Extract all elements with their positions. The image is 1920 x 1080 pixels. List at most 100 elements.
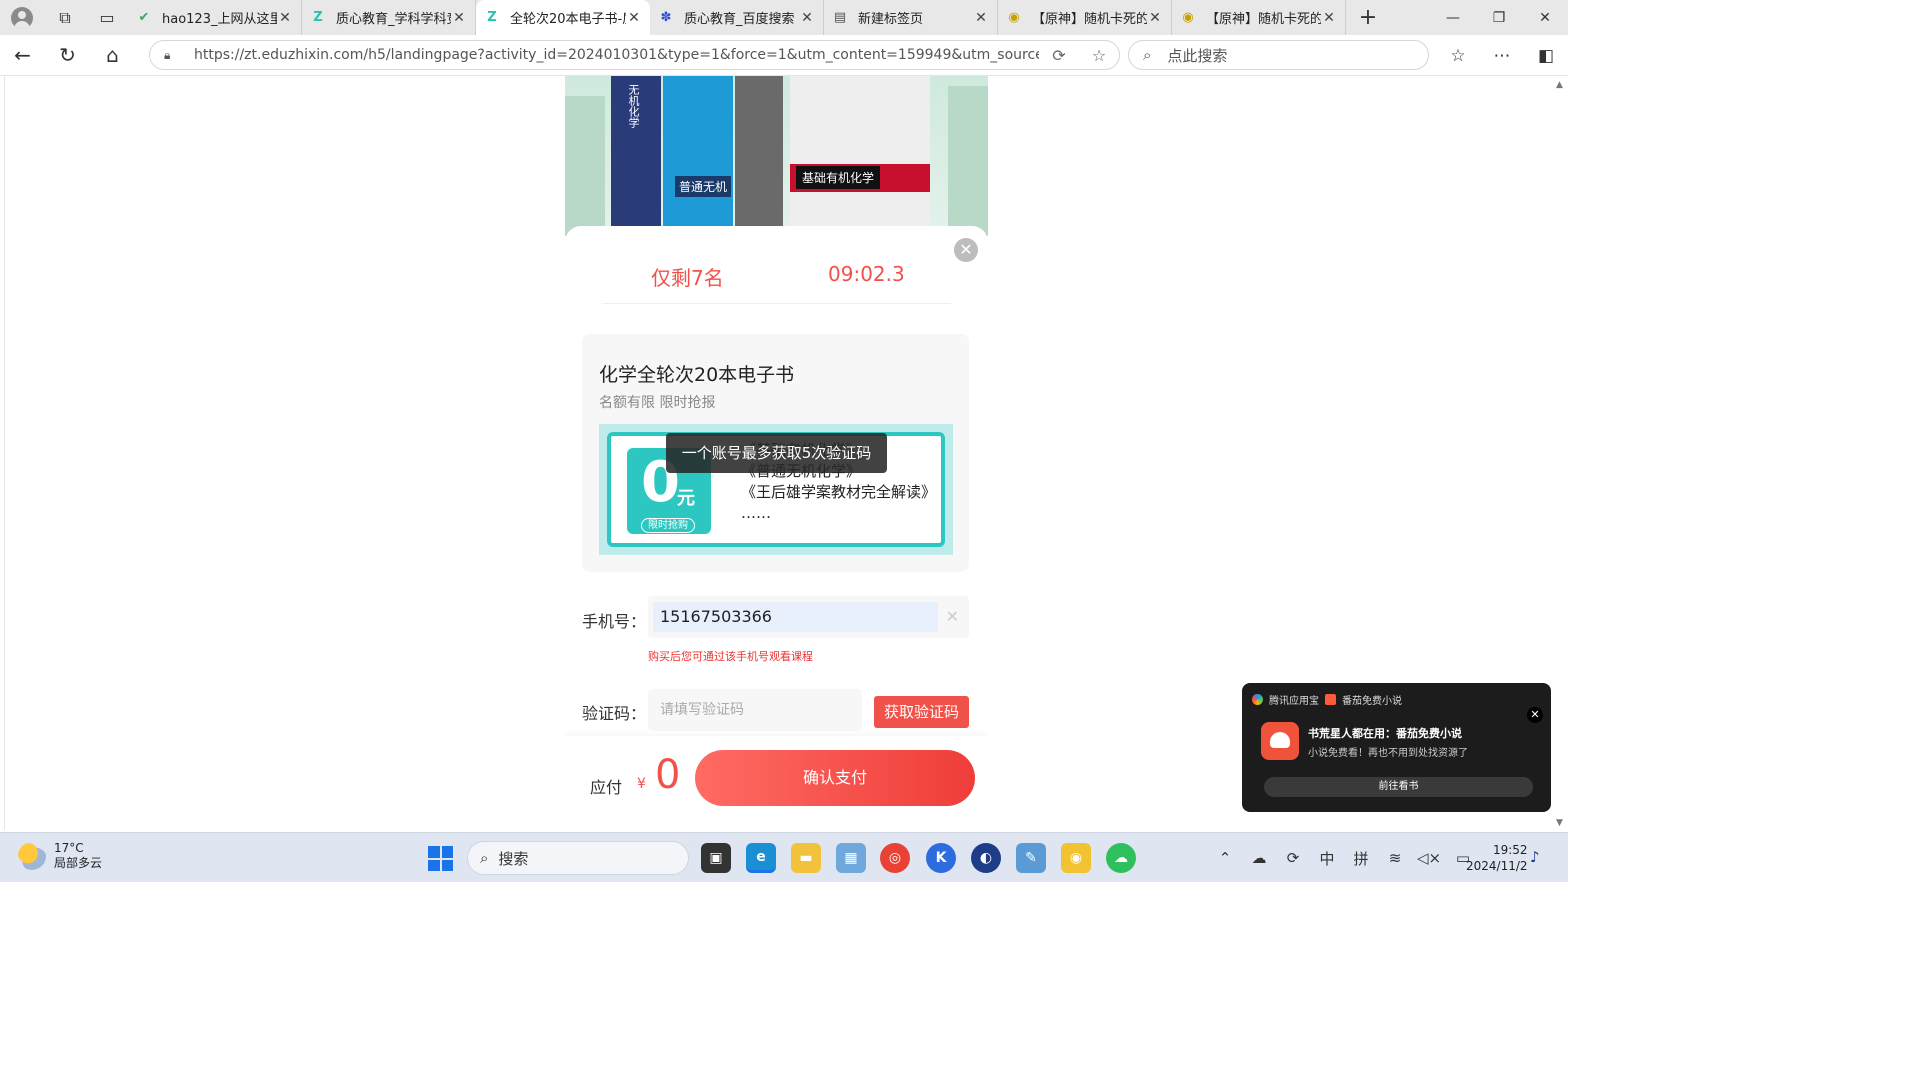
- more-icon: ⋯: [1493, 45, 1511, 66]
- restore-icon: ❐: [1492, 9, 1506, 26]
- scroll-down-icon[interactable]: ▼: [1556, 818, 1563, 828]
- start-button[interactable]: [428, 846, 453, 871]
- bili-app-icon[interactable]: ◉: [1061, 843, 1091, 873]
- notification-body: 小说免费看！再也不用到处找资源了: [1308, 748, 1468, 759]
- tab-actions-button[interactable]: ▭: [86, 0, 128, 35]
- tab-baidu[interactable]: ✽ 质心教育_百度搜索 ✕: [650, 0, 824, 35]
- tab-ebook-active[interactable]: Z 全轮次20本电子书-质心 ✕: [476, 0, 650, 35]
- scroll-up-icon[interactable]: ▲: [1556, 80, 1563, 90]
- pay-label: 应付: [590, 778, 623, 797]
- collections-button[interactable]: ⧉: [44, 0, 86, 35]
- tab-title: 全轮次20本电子书-质心: [510, 12, 626, 27]
- home-button[interactable]: ⌂: [90, 35, 135, 76]
- tab-hao123[interactable]: ✔ hao123_上网从这里开始 ✕: [128, 0, 302, 35]
- ime-mode[interactable]: 拼: [1344, 848, 1378, 869]
- notification-close-button[interactable]: ✕: [1527, 707, 1543, 723]
- refresh-button[interactable]: ↻: [45, 35, 90, 76]
- phone-hint: 购买后您可通过该手机号观看课程: [648, 650, 813, 663]
- tab-newtab[interactable]: ▤ 新建标签页 ✕: [824, 0, 998, 35]
- collections-icon: ⧉: [59, 7, 71, 27]
- countdown-timer: 09:02.3: [828, 262, 905, 286]
- get-code-button[interactable]: 获取验证码: [874, 696, 969, 728]
- tab-actions-icon: ▭: [99, 8, 115, 27]
- bili-icon: ◉: [1182, 10, 1194, 25]
- page-scrollbar[interactable]: ▲ ▼: [1552, 76, 1568, 830]
- partly-cloudy-icon: [18, 842, 46, 870]
- tab-close-icon[interactable]: ✕: [1321, 10, 1337, 26]
- search-icon: ⌕: [1143, 46, 1152, 64]
- address-bar[interactable]: 🔒︎ https://zt.eduzhixin.com/h5/landingpa…: [149, 40, 1120, 70]
- tab-close-icon[interactable]: ✕: [1147, 10, 1163, 26]
- notification-action-button[interactable]: 前往看书: [1264, 777, 1533, 797]
- search-placeholder: 点此搜索: [1167, 46, 1228, 65]
- weather-widget[interactable]: 17°C 局部多云: [18, 841, 102, 871]
- close-window-button[interactable]: ✕: [1522, 0, 1568, 35]
- tab-title: hao123_上网从这里开始: [162, 12, 277, 27]
- tab-zhixin-home[interactable]: Z 质心教育_学科学科竞赛 ✕: [302, 0, 476, 35]
- notification-app: 番茄免费小说: [1342, 696, 1402, 707]
- tab-bar: ⧉ ▭ ✔ hao123_上网从这里开始 ✕ Z 质心教育_学科学科竞赛 ✕ Z…: [0, 0, 1568, 35]
- divider: [603, 303, 951, 304]
- photos-icon[interactable]: ▦: [836, 843, 866, 873]
- close-popup-button[interactable]: ✕: [954, 238, 978, 262]
- book-cover-general-inorganic: 普通无机: [663, 76, 733, 226]
- address-toolbar: ← ↻ ⌂ 🔒︎ https://zt.eduzhixin.com/h5/lan…: [0, 35, 1568, 76]
- clear-input-icon[interactable]: ✕: [946, 607, 959, 626]
- confirm-pay-button[interactable]: 确认支付: [695, 750, 975, 806]
- ime-lang[interactable]: 中: [1310, 848, 1344, 869]
- yingyongbao-icon: [1252, 694, 1263, 705]
- back-button[interactable]: ←: [0, 35, 45, 76]
- tab-title: 质心教育_学科学科竞赛: [336, 12, 451, 27]
- tab-close-icon[interactable]: ✕: [277, 10, 293, 26]
- task-view-icon[interactable]: ▣: [701, 843, 731, 873]
- browser-search-box[interactable]: ⌕ 点此搜索: [1128, 40, 1429, 70]
- sidebar-button[interactable]: ◧: [1524, 35, 1568, 76]
- notification-bell-icon[interactable]: ♪: [1530, 848, 1540, 866]
- baidu-paw-icon: ✽: [660, 10, 672, 25]
- app-circle-icon[interactable]: ◐: [971, 843, 1001, 873]
- tray-expand-icon[interactable]: ⌃: [1208, 849, 1242, 867]
- tab-close-icon[interactable]: ✕: [626, 10, 642, 26]
- notification-source: 腾讯应用宝: [1269, 696, 1319, 707]
- tab-close-icon[interactable]: ✕: [799, 10, 815, 26]
- verification-code-input[interactable]: 请填写验证码: [648, 689, 862, 731]
- notification-header: 腾讯应用宝 番茄免费小说: [1252, 692, 1402, 707]
- k-app-icon[interactable]: K: [926, 843, 956, 873]
- tab-genshin-1[interactable]: ◉ 【原神】随机卡死的解决 ✕: [998, 0, 1172, 35]
- new-tab-button[interactable]: +: [1346, 5, 1390, 30]
- tab-title: 【原神】随机卡死的解决: [1032, 12, 1147, 27]
- tab-close-icon[interactable]: ✕: [451, 10, 467, 26]
- minimize-button[interactable]: —: [1430, 0, 1476, 35]
- volume-muted-icon[interactable]: ◁×: [1412, 849, 1446, 867]
- more-button[interactable]: ⋯: [1480, 35, 1524, 76]
- profile-button[interactable]: [0, 0, 44, 35]
- book-cover-organic: 基础有机化学: [790, 76, 930, 226]
- tab-genshin-2[interactable]: ◉ 【原神】随机卡死的解决 ✕: [1172, 0, 1346, 35]
- avatar-icon: [11, 6, 33, 29]
- toast-message: 一个账号最多获取5次验证码: [666, 433, 887, 473]
- taskbar-search[interactable]: ⌕ 搜索: [467, 841, 689, 875]
- wifi-icon[interactable]: ≋: [1378, 849, 1412, 867]
- favorite-star-icon[interactable]: ☆: [1079, 46, 1119, 65]
- toolbar-right: ☆ ⋯ ◧: [1436, 35, 1568, 76]
- phone-value[interactable]: 15167503366: [653, 602, 938, 632]
- onedrive-icon[interactable]: ☁: [1242, 849, 1276, 867]
- notepad-icon[interactable]: ✎: [1016, 843, 1046, 873]
- phone-input[interactable]: 15167503366 ✕: [648, 596, 969, 638]
- reader-refresh-icon[interactable]: ⟳: [1039, 46, 1079, 65]
- product-subtitle: 名额有限 限时抢报: [599, 395, 716, 411]
- favorites-button[interactable]: ☆: [1436, 35, 1480, 76]
- book-cover-grey: [735, 76, 783, 226]
- chrome-icon[interactable]: ◎: [880, 843, 910, 873]
- tab-title: 质心教育_百度搜索: [684, 12, 795, 27]
- restore-button[interactable]: ❐: [1476, 0, 1522, 35]
- url-text[interactable]: https://zt.eduzhixin.com/h5/landingpage?…: [194, 47, 1039, 63]
- limited-tag: 限时抢购: [641, 518, 695, 533]
- sync-icon[interactable]: ⟳: [1276, 849, 1310, 867]
- weather-desc: 局部多云: [54, 856, 103, 870]
- edge-browser-icon[interactable]: e: [746, 843, 776, 873]
- clock[interactable]: 19:52 2024/11/2: [1466, 842, 1528, 874]
- wechat-icon[interactable]: ☁: [1106, 843, 1136, 873]
- file-explorer-icon[interactable]: ▬: [791, 843, 821, 873]
- tab-close-icon[interactable]: ✕: [973, 10, 989, 26]
